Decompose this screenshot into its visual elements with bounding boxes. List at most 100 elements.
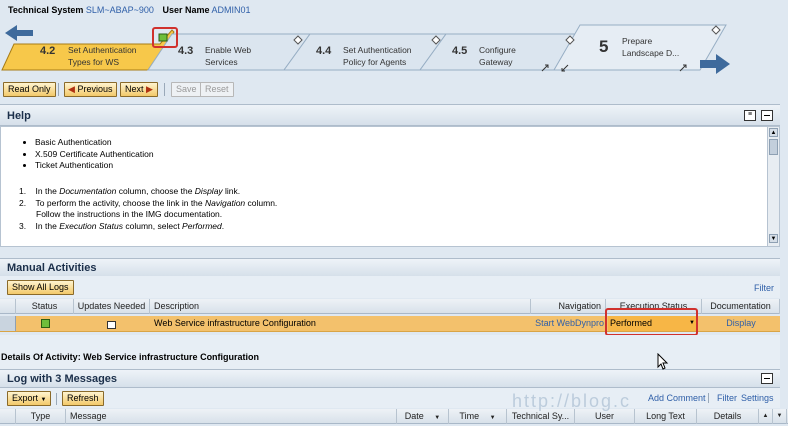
next-arrow-icon: ▶ (146, 84, 153, 94)
step-4-4-label: Set Authentication Policy for Agents (343, 44, 412, 68)
activity-description: Web Service infrastructure Configuration (154, 318, 316, 328)
help-content: Basic Authentication X.509 Certificate A… (0, 126, 780, 247)
step-4-4-label-line1: Set Authentication (343, 45, 412, 55)
col-date[interactable]: Date ▼ (397, 409, 449, 424)
help-step-2-line2: Follow the instructions in the IMG docum… (36, 209, 223, 219)
scroll-down-icon[interactable]: ▼ (769, 234, 778, 243)
help-bullet: Ticket Authentication (35, 160, 154, 172)
col-type[interactable]: Type (16, 409, 66, 424)
manual-filter-link[interactable]: Filter (754, 283, 774, 293)
col-time-label: Time (459, 411, 480, 421)
mouse-cursor-icon (657, 353, 669, 370)
technical-system-value: SLM~ABAP~900 (85, 5, 154, 15)
col-updates-needed[interactable]: Updates Needed (74, 299, 150, 314)
navigation-toolbar: Read Only ◀ Previous Next ▶ Save Reset (0, 80, 788, 100)
technical-system-label: Technical System (8, 5, 84, 15)
step-4-3-label: Enable Web Services (205, 44, 251, 68)
col-long-text[interactable]: Long Text (635, 409, 697, 424)
step-4-2[interactable]: 4.2 (40, 45, 55, 57)
col-date-filter-icon: ▼ (434, 415, 441, 421)
col-navigation[interactable]: Navigation (531, 299, 606, 314)
highlight-box-execution-status (605, 308, 698, 336)
manual-activities-title: Manual Activities (7, 262, 97, 274)
step-4-5-label-line2: Gateway (479, 57, 513, 67)
help-bullet: X.509 Certificate Authentication (35, 149, 154, 161)
export-button[interactable]: Export ▼ (7, 391, 52, 406)
log-settings-link[interactable]: Settings (741, 393, 774, 403)
step-5-label-line1: Prepare (622, 36, 653, 46)
step-4-3-number: 4.3 (178, 45, 194, 57)
help-step-2: 2. To perform the activity, choose the l… (19, 197, 278, 208)
col-documentation[interactable]: Documentation (702, 299, 780, 314)
col-details[interactable]: Details (697, 409, 759, 424)
step-4-2-label-line1: Set Authentication (68, 45, 137, 55)
help-scrollbar[interactable]: ▲ ▼ (767, 127, 779, 246)
step-5-label: Prepare Landscape D... (622, 35, 679, 59)
help-step-3: 3. In the Execution Status column, selec… (19, 220, 225, 231)
log-scroll-up-icon[interactable]: ▲ (759, 409, 773, 424)
show-all-logs-button[interactable]: Show All Logs (7, 280, 74, 295)
help-header: Help ≡ (0, 104, 780, 126)
save-button[interactable]: Save (171, 82, 202, 97)
previous-button[interactable]: ◀ Previous (64, 82, 118, 97)
col-description[interactable]: Description (150, 299, 531, 314)
scroll-up-icon[interactable]: ▲ (769, 128, 778, 137)
toolbar-divider-3 (56, 393, 57, 405)
help-text-icon[interactable]: ≡ (744, 110, 756, 121)
step-4-2-label: Set Authentication Types for WS (68, 44, 137, 68)
log-filter-link[interactable]: Filter (717, 393, 737, 403)
col-status[interactable]: Status (16, 299, 74, 314)
reset-button[interactable]: Reset (200, 82, 234, 97)
log-collapse-icon[interactable] (761, 373, 773, 384)
log-table-header: Type Message Date ▼ Time ▼ Technical Sy.… (0, 409, 788, 424)
toolbar-divider-2 (164, 83, 165, 96)
status-green-icon (41, 319, 50, 328)
help-collapse-icon[interactable] (761, 110, 773, 121)
manual-activities-toolbar: Show All Logs Filter (0, 276, 780, 298)
watermark: http://blog.c (512, 391, 632, 411)
previous-arrow-icon: ◀ (68, 84, 75, 94)
step-5[interactable]: 5 (599, 37, 608, 57)
step-4-4-number: 4.4 (316, 45, 332, 57)
next-label: Next (125, 84, 144, 94)
log-row-selector-header (0, 409, 16, 424)
details-title: Details Of Activity: Web Service infrast… (1, 352, 260, 362)
log-scroll-down-icon[interactable]: ▼ (773, 409, 787, 424)
read-only-button[interactable]: Read Only (3, 82, 56, 97)
step-4-3[interactable]: 4.3 (178, 45, 193, 57)
refresh-button[interactable]: Refresh (62, 391, 104, 406)
row-selector[interactable] (0, 316, 16, 331)
start-webdynpro-link[interactable]: Start WebDynpro (534, 316, 604, 331)
help-steps: 1. In the Documentation column, choose t… (19, 186, 277, 232)
previous-label: Previous (77, 84, 113, 94)
step-4-2-number: 4.2 (40, 45, 56, 57)
step-5-number: 5 (599, 37, 609, 56)
updates-needed-checkbox[interactable] (107, 319, 116, 334)
scroll-thumb[interactable] (769, 139, 778, 155)
step-4-4-label-line2: Policy for Agents (343, 57, 407, 67)
add-comment-link[interactable]: Add Comment (648, 393, 706, 403)
user-name-label: User Name (162, 5, 210, 15)
user-name-value: ADMIN01 (211, 5, 251, 15)
toolbar-divider-4 (708, 393, 709, 403)
step-4-3-label-line1: Enable Web (205, 45, 252, 55)
col-time[interactable]: Time ▼ (449, 409, 507, 424)
step-4-5-number: 4.5 (452, 45, 468, 57)
help-step-1: 1. In the Documentation column, choose t… (19, 186, 241, 196)
next-button[interactable]: Next ▶ (120, 82, 158, 97)
step-4-3-label-line2: Services (205, 57, 238, 67)
col-date-label: Date (404, 411, 424, 421)
help-bullet: Basic Authentication (35, 137, 154, 149)
step-4-2-label-line2: Types for WS (68, 57, 120, 67)
documentation-display-link[interactable]: Display (702, 316, 780, 331)
step-4-5-label: Configure Gateway (479, 44, 516, 68)
export-dropdown-icon: ▼ (40, 397, 47, 403)
help-title: Help (7, 110, 31, 122)
row-selector-header (0, 299, 16, 314)
page-scrollbar-track[interactable] (781, 100, 788, 408)
col-message[interactable]: Message (66, 409, 397, 424)
step-4-5[interactable]: 4.5 (452, 45, 467, 57)
col-time-filter-icon: ▼ (489, 415, 496, 421)
export-label: Export (12, 393, 39, 403)
step-4-4[interactable]: 4.4 (316, 45, 331, 57)
